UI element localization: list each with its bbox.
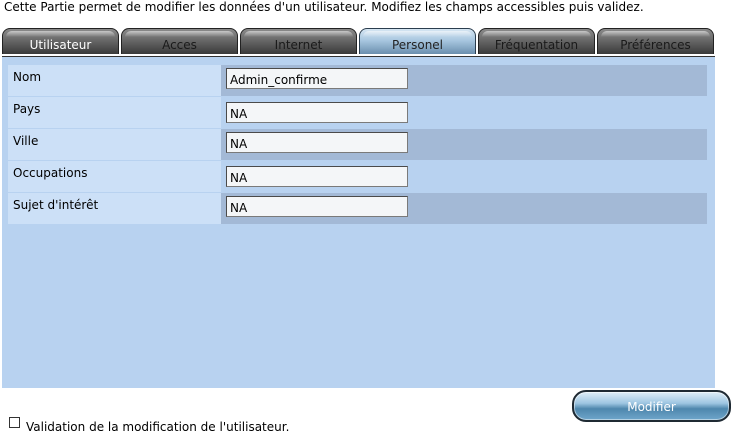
- field-label-nom: Nom: [8, 65, 221, 96]
- tab-acces[interactable]: Acces: [121, 28, 238, 54]
- modifier-button[interactable]: Modifier: [572, 390, 731, 422]
- field-label-ville: Ville: [8, 129, 221, 160]
- intro-text: Cette Partie permet de modifier les donn…: [4, 0, 644, 14]
- tab-label: Fréquentation: [494, 38, 579, 52]
- tab-label: Acces: [162, 38, 197, 52]
- field-value-cell: [221, 129, 707, 160]
- occupations-input[interactable]: [226, 166, 408, 187]
- field-label-occupations: Occupations: [8, 161, 221, 192]
- tab-personel[interactable]: Personel: [359, 28, 476, 54]
- tab-utilisateur[interactable]: Utilisateur: [2, 28, 119, 54]
- field-row-ville: Ville: [8, 129, 707, 160]
- tab-bar: Utilisateur Acces Internet Personel Fréq…: [2, 28, 716, 57]
- tab-frequentation[interactable]: Fréquentation: [478, 28, 595, 54]
- field-value-cell: [221, 193, 707, 224]
- validation-checkbox[interactable]: [9, 416, 20, 428]
- field-label-sujet-interet: Sujet d'intérêt: [8, 193, 221, 224]
- field-label-pays: Pays: [8, 97, 221, 128]
- field-row-occupations: Occupations: [8, 161, 707, 192]
- tab-label: Utilisateur: [29, 38, 92, 52]
- ville-input[interactable]: [226, 132, 408, 153]
- sujet-interet-input[interactable]: [226, 196, 408, 217]
- field-row-sujet-interet: Sujet d'intérêt: [8, 193, 707, 224]
- field-value-cell: [221, 161, 707, 192]
- validation-row: Validation de la modification de l'utili…: [9, 414, 289, 434]
- tab-label: Personel: [391, 38, 444, 52]
- field-row-pays: Pays: [8, 97, 707, 128]
- pays-input[interactable]: [226, 102, 408, 123]
- field-row-nom: Nom: [8, 65, 707, 96]
- validation-label: Validation de la modification de l'utili…: [26, 420, 290, 434]
- tab-label: Préférences: [620, 38, 691, 52]
- tab-internet[interactable]: Internet: [240, 28, 357, 54]
- field-value-cell: [221, 65, 707, 96]
- field-list: Nom Pays Ville Occupations Sujet d'intér…: [8, 65, 707, 225]
- personal-panel: Nom Pays Ville Occupations Sujet d'intér…: [2, 56, 715, 388]
- tab-label: Internet: [274, 38, 323, 52]
- tab-preferences[interactable]: Préférences: [597, 28, 714, 54]
- field-value-cell: [221, 97, 707, 128]
- nom-input[interactable]: [226, 68, 408, 89]
